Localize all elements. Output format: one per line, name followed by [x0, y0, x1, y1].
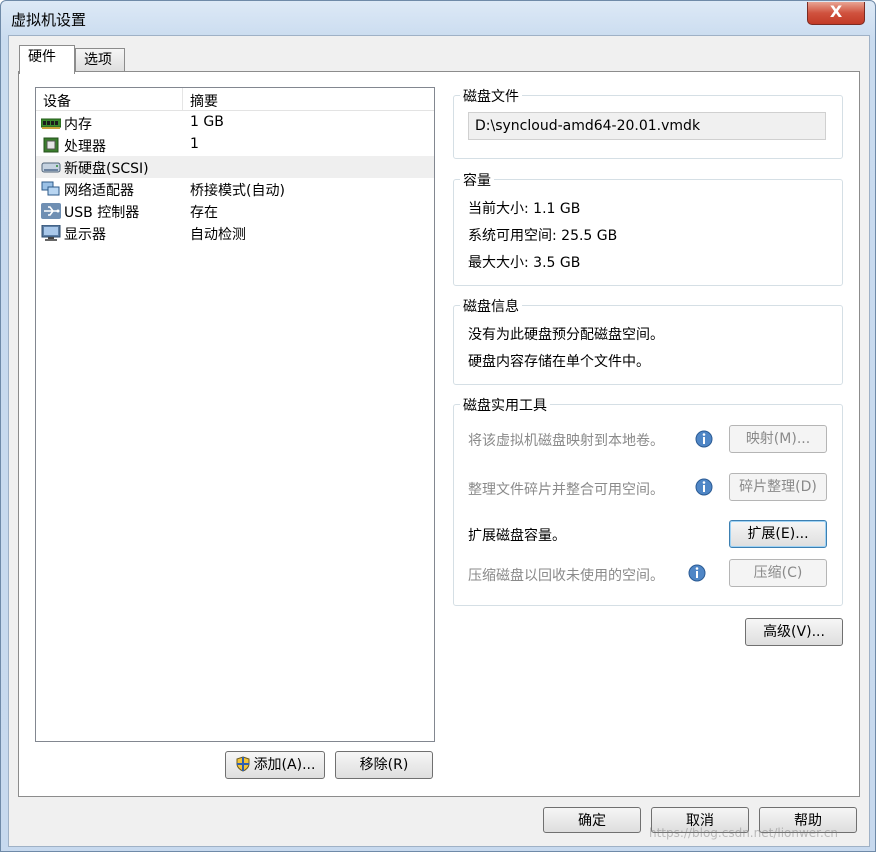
device-name: USB 控制器: [64, 205, 140, 221]
device-summary: 1 GB: [190, 114, 224, 130]
disk-info-line2: 硬盘内容存储在单个文件中。: [468, 354, 650, 370]
device-summary: 自动检测: [190, 227, 246, 243]
device-row-harddisk[interactable]: 新硬盘(SCSI): [36, 156, 434, 178]
device-row-usb[interactable]: USB 控制器 存在: [36, 200, 434, 222]
disk-tools-label: 磁盘实用工具: [460, 395, 550, 415]
disk-file-group: 磁盘文件 D:\syncloud-amd64-20.01.vmdk: [453, 86, 843, 159]
add-device-button[interactable]: 添加(A)...: [225, 751, 325, 779]
hardware-panel: 设备 摘要 内存 1 GB 处理器 1 新硬盘(SCSI) 网络适配器 桥接模式…: [18, 71, 860, 797]
device-name: 新硬盘(SCSI): [64, 161, 149, 177]
disk-info-line1: 没有为此硬盘预分配磁盘空间。: [468, 327, 664, 343]
advanced-button[interactable]: 高级(V)...: [745, 618, 843, 646]
device-summary: 存在: [190, 205, 218, 221]
vm-settings-window: 虚拟机设置 X 硬件 选项 设备 摘要 内存 1 GB 处理器 1 新硬盘(SC…: [0, 0, 876, 852]
disk-file-label: 磁盘文件: [460, 86, 522, 106]
map-text: 将该虚拟机磁盘映射到本地卷。: [468, 433, 664, 449]
memory-icon: [40, 115, 62, 131]
display-icon: [41, 224, 61, 241]
watermark: https://blog.csdn.net/lionwer.cn: [649, 826, 839, 840]
device-row-memory[interactable]: 内存 1 GB: [36, 112, 434, 134]
defrag-text: 整理文件碎片并整合可用空间。: [468, 482, 664, 498]
current-size-text: 当前大小: 1.1 GB: [468, 201, 581, 217]
compact-button[interactable]: 压缩(C): [729, 559, 827, 587]
device-list-header: 设备 摘要: [36, 88, 434, 111]
device-row-processor[interactable]: 处理器 1: [36, 134, 434, 156]
harddisk-icon: [41, 159, 61, 175]
device-summary: 桥接模式(自动): [190, 183, 285, 199]
ok-button[interactable]: 确定: [543, 807, 641, 833]
dialog-body: 硬件 选项 设备 摘要 内存 1 GB 处理器 1 新硬盘(SCSI) 网络适配…: [8, 35, 870, 847]
device-name: 内存: [64, 117, 92, 133]
compact-text: 压缩磁盘以回收未使用的空间。: [468, 568, 664, 584]
window-title: 虚拟机设置: [11, 11, 87, 29]
processor-icon: [41, 137, 61, 153]
info-icon[interactable]: [694, 429, 714, 449]
device-name: 网络适配器: [64, 183, 134, 199]
device-row-display[interactable]: 显示器 自动检测: [36, 222, 434, 244]
usb-icon: [41, 203, 61, 219]
available-space-text: 系统可用空间: 25.5 GB: [468, 228, 618, 244]
network-icon: [41, 181, 61, 197]
disk-tools-group: 磁盘实用工具 将该虚拟机磁盘映射到本地卷。 映射(M)... 整理文件碎片并整合…: [453, 395, 843, 606]
column-device[interactable]: 设备: [43, 91, 71, 111]
map-button[interactable]: 映射(M)...: [729, 425, 827, 453]
disk-info-label: 磁盘信息: [460, 296, 522, 316]
device-list[interactable]: 设备 摘要 内存 1 GB 处理器 1 新硬盘(SCSI) 网络适配器 桥接模式…: [35, 87, 435, 742]
close-button[interactable]: X: [807, 2, 865, 25]
column-summary[interactable]: 摘要: [190, 91, 218, 111]
capacity-group: 容量 当前大小: 1.1 GB 系统可用空间: 25.5 GB 最大大小: 3.…: [453, 170, 843, 286]
add-device-label: 添加(A)...: [253, 757, 316, 773]
disk-info-group: 磁盘信息 没有为此硬盘预分配磁盘空间。 硬盘内容存储在单个文件中。: [453, 296, 843, 385]
title-bar[interactable]: 虚拟机设置 X: [1, 1, 875, 35]
disk-file-path[interactable]: D:\syncloud-amd64-20.01.vmdk: [468, 112, 826, 140]
max-size-text: 最大大小: 3.5 GB: [468, 255, 581, 271]
shield-icon: [236, 756, 250, 772]
expand-text: 扩展磁盘容量。: [468, 528, 566, 544]
defrag-button[interactable]: 碎片整理(D): [729, 473, 827, 501]
device-row-network[interactable]: 网络适配器 桥接模式(自动): [36, 178, 434, 200]
remove-device-button[interactable]: 移除(R): [335, 751, 433, 779]
device-summary: 1: [190, 136, 199, 152]
device-name: 处理器: [64, 139, 106, 155]
info-icon[interactable]: [687, 563, 707, 583]
tab-options[interactable]: 选项: [75, 48, 125, 73]
capacity-label: 容量: [460, 170, 494, 190]
expand-button[interactable]: 扩展(E)...: [729, 520, 827, 548]
tab-hardware[interactable]: 硬件: [19, 45, 75, 74]
info-icon[interactable]: [694, 477, 714, 497]
device-name: 显示器: [64, 227, 106, 243]
